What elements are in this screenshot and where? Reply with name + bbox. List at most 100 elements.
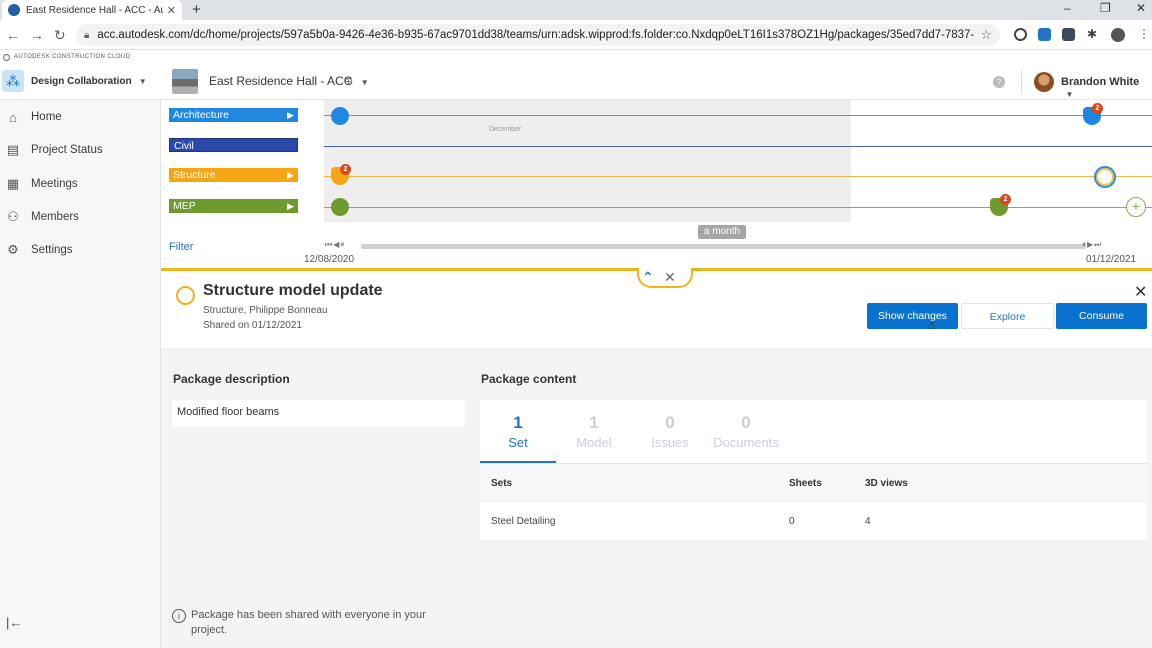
column-header-3d-views[interactable]: 3D views xyxy=(865,478,908,489)
sidebar-item-label: Project Status xyxy=(31,144,103,156)
window-close-icon[interactable]: ✕ xyxy=(1136,1,1146,15)
design-collaboration-icon[interactable]: ⁂ xyxy=(2,70,24,92)
minimize-icon[interactable]: – xyxy=(1064,1,1071,15)
tab-documents[interactable]: 0 Documents xyxy=(708,400,784,463)
track-label: Structure xyxy=(173,169,216,181)
sidebar-item-project-status[interactable]: ▤ Project Status xyxy=(5,140,103,160)
explore-button[interactable]: Explore xyxy=(961,303,1054,329)
info-icon: i xyxy=(172,609,186,623)
mep-package-node[interactable] xyxy=(331,198,349,216)
sidebar-item-label: Members xyxy=(31,211,79,223)
help-icon[interactable]: ? xyxy=(993,76,1005,88)
show-changes-button[interactable]: Show changes xyxy=(867,303,958,329)
track-architecture[interactable]: Architecture ▶ xyxy=(169,108,298,122)
extension-caption-icon[interactable] xyxy=(1062,28,1075,41)
month-label: December xyxy=(489,126,522,133)
extensions-puzzle-icon[interactable]: ✱ xyxy=(1087,27,1100,41)
tab-issues[interactable]: 0 Issues xyxy=(632,400,708,463)
sidebar-item-home[interactable]: ⌂ Home xyxy=(5,107,62,127)
track-civil[interactable]: Civil xyxy=(169,138,298,152)
tab-set[interactable]: 1 Set xyxy=(480,400,556,463)
brand-strip: AUTODESK CONSTRUCTION CLOUD xyxy=(0,50,1152,64)
package-panel-body: Package description Modified floor beams… xyxy=(161,348,1152,648)
cell-sheets: 0 xyxy=(789,516,795,527)
close-icon[interactable]: ✕ xyxy=(664,269,676,286)
back-icon[interactable]: ← xyxy=(6,27,20,43)
reload-icon[interactable]: ↻ xyxy=(54,27,66,44)
architecture-package-node[interactable] xyxy=(331,107,349,125)
structure-count-badge: 2 xyxy=(340,164,351,175)
timeline-start-controls-icon[interactable]: ⏮◀⏸ xyxy=(325,240,345,250)
sidebar-item-settings[interactable]: ⚙ Settings xyxy=(5,240,72,260)
tab-count: 1 xyxy=(513,413,523,432)
architecture-count-badge: 2 xyxy=(1092,103,1103,114)
package-status-icon xyxy=(176,286,195,305)
filter-link[interactable]: Filter xyxy=(169,241,193,253)
chevron-down-icon: ▼ xyxy=(134,77,147,86)
tab-model[interactable]: 1 Model xyxy=(556,400,632,463)
play-icon: ▶ xyxy=(287,110,294,120)
tab-label: Model xyxy=(576,435,612,450)
url-text: acc.autodesk.com/dc/home/projects/597a5b… xyxy=(97,29,975,41)
new-tab-icon[interactable]: + xyxy=(192,1,201,18)
meetings-icon: ▦ xyxy=(6,176,20,191)
timeline-start-date: 12/08/2020 xyxy=(304,254,355,265)
shared-note: i Package has been shared with everyone … xyxy=(172,608,462,638)
structure-selected-package-node[interactable] xyxy=(1094,166,1116,188)
avatar[interactable] xyxy=(1034,72,1054,92)
shared-note-text: Package has been shared with everyone in… xyxy=(191,609,426,636)
sidebar-item-meetings[interactable]: ▦ Meetings xyxy=(5,174,78,194)
column-header-sets[interactable]: Sets xyxy=(491,478,512,489)
autodesk-logo-icon xyxy=(3,54,10,61)
lock-icon: 🔒︎ xyxy=(84,29,90,41)
cell-3d-views: 4 xyxy=(865,516,871,527)
profile-icon[interactable] xyxy=(1111,28,1125,42)
track-mep[interactable]: MEP ▶ xyxy=(169,199,298,213)
status-icon: ▤ xyxy=(6,142,20,157)
brand-text: AUTODESK CONSTRUCTION CLOUD xyxy=(14,54,131,60)
sidebar-item-members[interactable]: ⚇ Members xyxy=(5,207,79,227)
timeline-end-date: 01/12/2021 xyxy=(1086,254,1137,265)
zoom-level-badge[interactable]: a month xyxy=(698,225,746,239)
cell-set-name: Steel Detailing xyxy=(491,516,556,527)
autodesk-favicon-icon xyxy=(8,4,20,16)
timeline-end-controls-icon[interactable]: ⏸▶⏭ xyxy=(1082,240,1102,250)
mep-line xyxy=(324,207,1152,208)
browser-menu-icon[interactable]: ⋮ xyxy=(1138,27,1151,41)
chevron-down-icon: ▼ xyxy=(1061,90,1074,99)
forward-icon[interactable]: → xyxy=(30,27,44,43)
package-meta: Structure, Philippe Bonneau xyxy=(203,305,328,316)
project-selector[interactable]: East Residence Hall - ACC xyxy=(209,74,352,88)
architecture-line xyxy=(324,115,1152,116)
chevron-down-icon: ▼ xyxy=(356,78,369,87)
consume-button[interactable]: Consume xyxy=(1056,303,1147,329)
tab-count: 1 xyxy=(589,413,599,432)
module-selector[interactable]: Design Collaboration ▼ xyxy=(31,76,147,87)
close-panel-icon[interactable]: ✕ xyxy=(1134,282,1147,302)
extension-video-icon[interactable] xyxy=(1038,28,1051,41)
app-header: ⁂ Design Collaboration ▼ East Residence … xyxy=(0,64,1152,100)
add-package-icon[interactable]: + xyxy=(1126,197,1146,217)
bookmark-star-icon[interactable]: ☆ xyxy=(980,27,992,43)
timeline: December Architecture ▶ Civil Structure … xyxy=(161,100,1152,268)
project-menu[interactable]: ⊕ ▼ xyxy=(344,75,369,88)
chevron-up-icon[interactable]: ⌃ xyxy=(642,269,654,286)
collapse-sidebar-icon[interactable]: |← xyxy=(6,615,22,630)
table-header: Sets Sheets 3D views xyxy=(480,463,1147,501)
mep-count-badge: 2 xyxy=(1000,194,1011,205)
tab-close-icon[interactable]: ✕ xyxy=(167,4,176,17)
package-shared-date: Shared on 01/12/2021 xyxy=(203,320,302,331)
table-row[interactable]: Steel Detailing 0 4 xyxy=(480,501,1147,539)
description-title: Package description xyxy=(173,372,290,386)
user-menu[interactable]: Brandon White ▼ xyxy=(1061,76,1152,100)
restore-icon[interactable]: ❐ xyxy=(1100,1,1111,15)
url-input[interactable]: 🔒︎ acc.autodesk.com/dc/home/projects/597… xyxy=(76,24,1000,46)
extension-circle-icon[interactable] xyxy=(1014,28,1027,41)
track-label: Civil xyxy=(174,140,194,152)
browser-tab[interactable]: East Residence Hall - ACC - Auto ✕ xyxy=(2,0,182,20)
content-title: Package content xyxy=(481,372,577,386)
civil-line xyxy=(324,146,1152,147)
timeline-slider[interactable] xyxy=(361,244,1086,249)
track-structure[interactable]: Structure ▶ xyxy=(169,168,298,182)
column-header-sheets[interactable]: Sheets xyxy=(789,478,822,489)
